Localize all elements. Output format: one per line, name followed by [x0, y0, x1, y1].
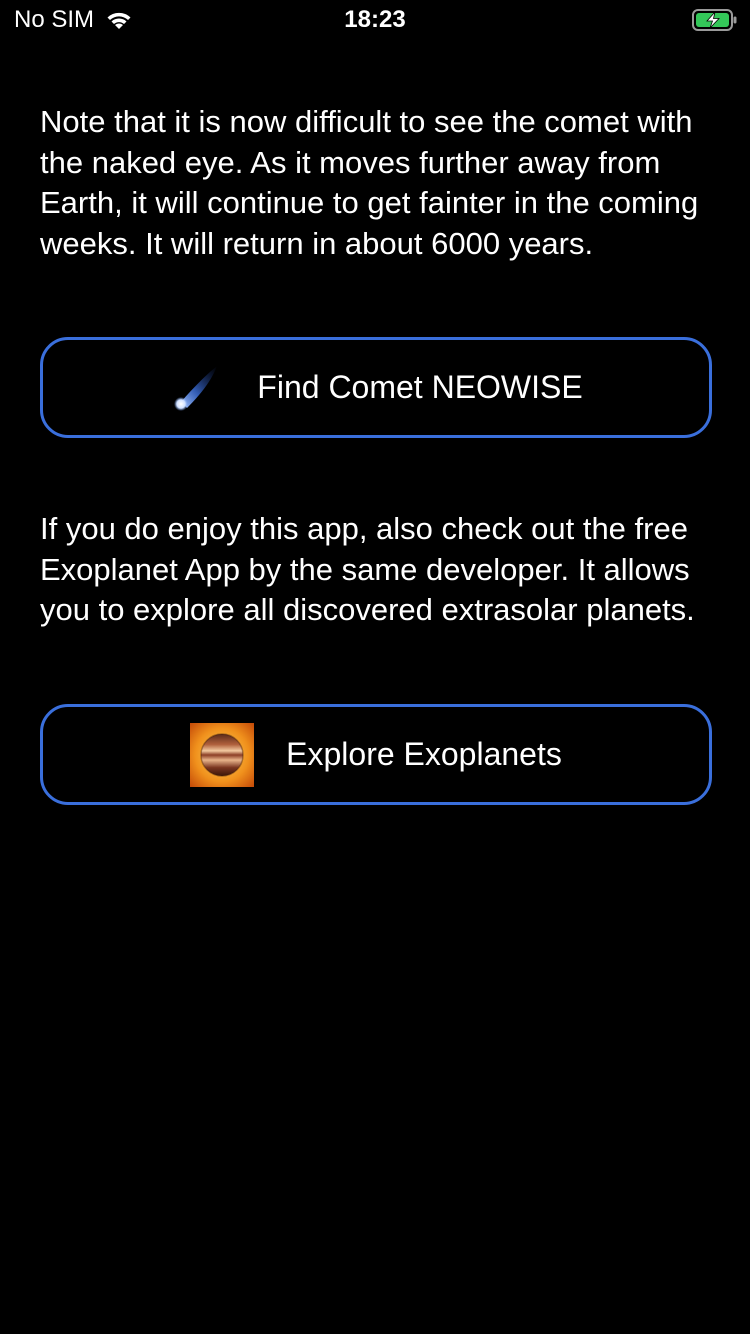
status-time: 18:23 [344, 6, 406, 33]
comet-icon [174, 365, 218, 411]
find-comet-button[interactable]: Find Comet NEOWISE [40, 337, 712, 438]
exoplanet-promo-text: If you do enjoy this app, also check out… [40, 511, 695, 627]
exoplanet-app-icon [190, 722, 255, 787]
explore-exoplanets-button[interactable]: Explore Exoplanets [40, 704, 712, 805]
explore-exoplanets-label: Explore Exoplanets [286, 736, 562, 772]
find-comet-label: Find Comet NEOWISE [257, 369, 583, 405]
status-bar: No SIM 18:23 [0, 0, 750, 40]
battery-charging-icon [692, 9, 737, 31]
comet-visibility-note: Note that it is now difficult to see the… [40, 104, 699, 261]
